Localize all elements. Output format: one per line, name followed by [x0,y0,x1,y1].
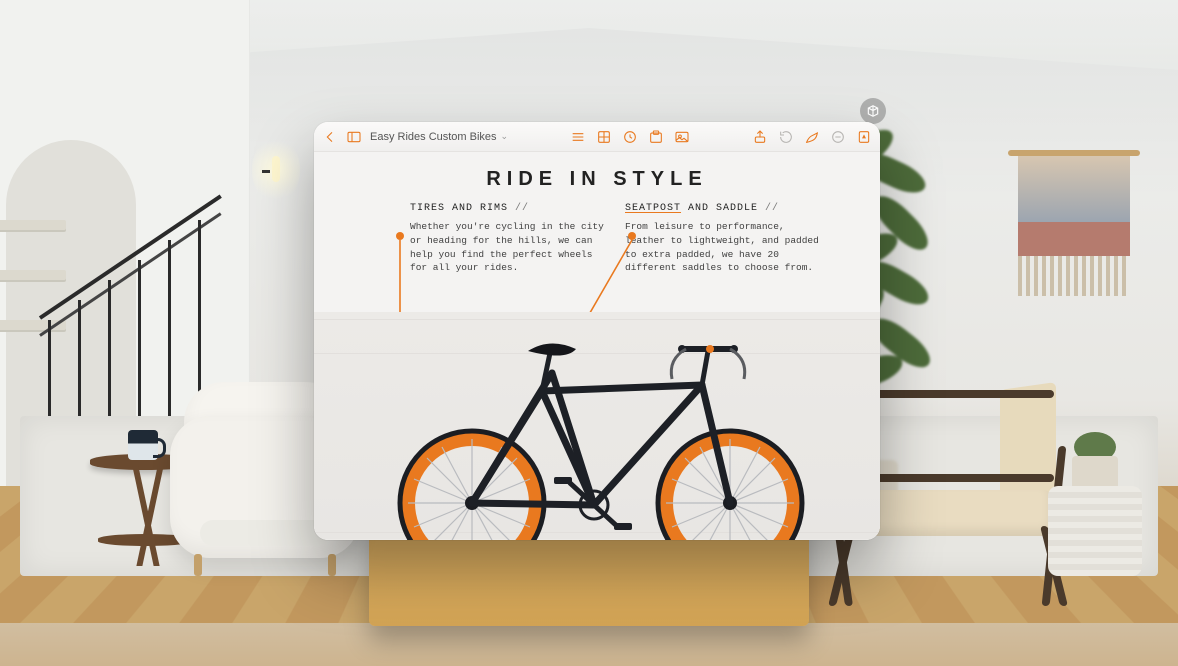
callouts-row: TIRES AND RIMS // Whether you're cycling… [314,203,880,285]
wall-hanging [1014,150,1134,300]
toolbar: Easy Rides Custom Bikes ⌄ [314,122,880,152]
media-icon[interactable] [674,129,690,145]
cube-icon [866,104,880,118]
callout-label: SEATPOST AND SADDLE // [625,203,820,214]
wall-shelf [0,270,66,282]
grid-view-icon[interactable] [596,129,612,145]
history-icon[interactable] [778,129,794,145]
chevron-down-icon: ⌄ [501,131,509,142]
hero-image-area [314,312,880,540]
mug [128,430,158,460]
back-button[interactable] [322,129,338,145]
callout-tires: TIRES AND RIMS // Whether you're cycling… [410,203,605,275]
document-title[interactable]: Easy Rides Custom Bikes ⌄ [370,131,508,143]
list-view-icon[interactable] [570,129,586,145]
callout-body: Whether you're cycling in the city or he… [410,220,605,275]
spatial-control[interactable] [860,98,886,124]
recent-icon[interactable] [622,129,638,145]
insert-icon[interactable] [648,129,664,145]
page-heading: RIDE IN STYLE [314,168,880,191]
format-icon[interactable] [856,129,872,145]
wall-sconce [266,150,286,190]
draw-icon[interactable] [804,129,820,145]
share-icon[interactable] [752,129,768,145]
callout-label: TIRES AND RIMS // [410,203,605,214]
side-stool [1030,446,1160,576]
document-page[interactable]: RIDE IN STYLE TIRES AND RIMS // Whether … [314,152,880,540]
callout-seatpost: SEATPOST AND SADDLE // From leisure to p… [625,203,820,275]
sidebar-toggle-icon[interactable] [346,129,362,145]
callout-body: From leisure to performance, leather to … [625,220,820,275]
app-window[interactable]: Easy Rides Custom Bikes ⌄ [314,122,880,540]
document-title-text: Easy Rides Custom Bikes [370,131,497,143]
collapse-icon[interactable] [830,129,846,145]
wall-shelf [0,220,66,232]
bicycle-image [342,313,852,540]
